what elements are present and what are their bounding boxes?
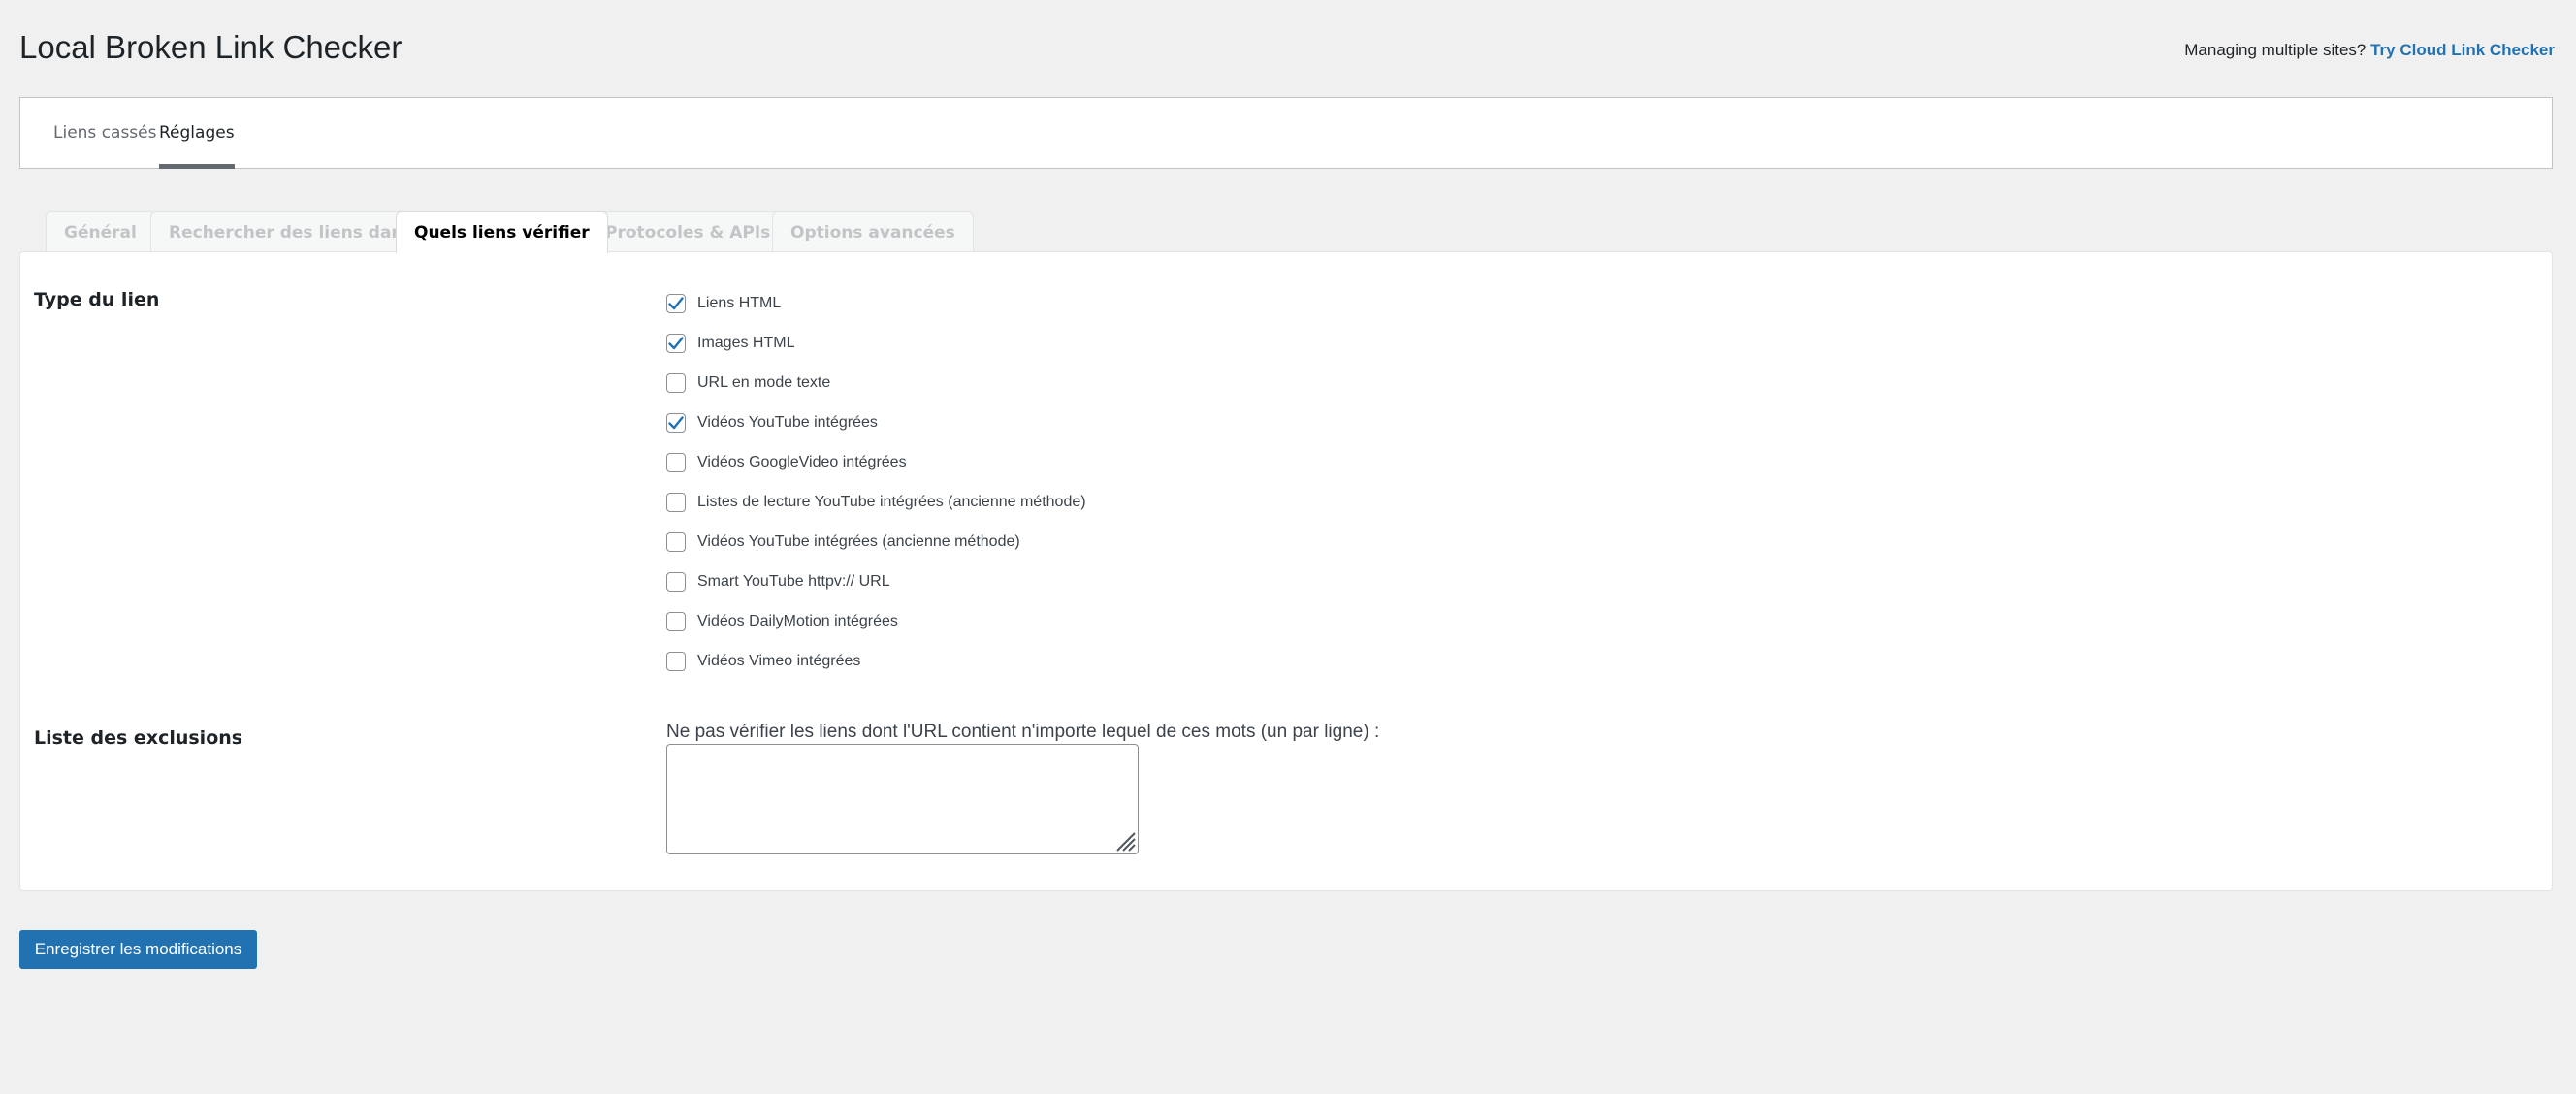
save-changes-button[interactable]: Enregistrer les modifications: [19, 930, 257, 969]
option-googlevideo-embedded[interactable]: Vidéos GoogleVideo intégrées: [666, 442, 1086, 482]
checkmark-icon: [668, 415, 684, 429]
option-label: Smart YouTube httpv:// URL: [697, 572, 890, 590]
option-smart-youtube[interactable]: Smart YouTube httpv:// URL: [666, 562, 1086, 601]
link-type-options: Liens HTML Images HTML URL en mode texte…: [666, 283, 1086, 681]
option-label: Vidéos YouTube intégrées (ancienne métho…: [697, 532, 1020, 550]
option-label: Vidéos DailyMotion intégrées: [697, 612, 898, 629]
tab-general[interactable]: Général: [46, 211, 155, 252]
promo-text: Managing multiple sites? Try Cloud Link …: [2184, 41, 2555, 60]
option-html-links[interactable]: Liens HTML: [666, 283, 1086, 323]
tab-advanced-options[interactable]: Options avancées: [772, 211, 974, 252]
link-type-label: Type du lien: [34, 289, 160, 310]
checkbox[interactable]: [666, 492, 686, 512]
option-dailymotion-embedded[interactable]: Vidéos DailyMotion intégrées: [666, 601, 1086, 641]
option-html-images[interactable]: Images HTML: [666, 323, 1086, 363]
option-label: Vidéos YouTube intégrées: [697, 413, 878, 431]
tab-protocols-apis[interactable]: Protocoles & APIs: [587, 211, 789, 252]
option-label: Images HTML: [697, 334, 795, 351]
checkbox[interactable]: [666, 412, 686, 433]
exclusion-list-textarea[interactable]: [666, 744, 1139, 854]
option-label: URL en mode texte: [697, 373, 831, 391]
checkbox[interactable]: [666, 372, 686, 393]
checkbox[interactable]: [666, 293, 686, 313]
option-vimeo-embedded[interactable]: Vidéos Vimeo intégrées: [666, 641, 1086, 681]
exclusion-list-label: Liste des exclusions: [34, 727, 243, 749]
checkmark-icon: [668, 336, 684, 349]
page-title: Local Broken Link Checker: [19, 29, 402, 65]
settings-panel: Type du lien Liens HTML Images HTML URL …: [19, 251, 2553, 891]
option-plaintext-url[interactable]: URL en mode texte: [666, 363, 1086, 402]
option-label: Liens HTML: [697, 294, 782, 311]
tab-which-links[interactable]: Quels liens vérifier: [396, 211, 608, 253]
promo-label: Managing multiple sites?: [2184, 41, 2367, 59]
option-youtube-embedded-old[interactable]: Vidéos YouTube intégrées (ancienne métho…: [666, 522, 1086, 562]
nav-item-broken-links[interactable]: Liens cassés: [53, 98, 156, 168]
checkbox[interactable]: [666, 452, 686, 472]
checkmark-icon: [668, 296, 684, 309]
nav-item-settings[interactable]: Réglages: [159, 98, 235, 169]
exclusion-description: Ne pas vérifier les liens dont l'URL con…: [666, 722, 1380, 742]
checkbox[interactable]: [666, 651, 686, 671]
resize-grip-icon[interactable]: [1115, 829, 1137, 853]
option-label: Vidéos GoogleVideo intégrées: [697, 453, 907, 470]
option-label: Vidéos Vimeo intégrées: [697, 652, 861, 669]
tab-search-links-in[interactable]: Rechercher des liens dans: [150, 211, 432, 252]
option-label: Listes de lecture YouTube intégrées (anc…: [697, 493, 1086, 510]
option-youtube-embedded[interactable]: Vidéos YouTube intégrées: [666, 402, 1086, 442]
checkbox[interactable]: [666, 611, 686, 631]
option-youtube-playlists-old[interactable]: Listes de lecture YouTube intégrées (anc…: [666, 482, 1086, 522]
top-navigation: Liens cassés Réglages: [19, 97, 2553, 169]
checkbox[interactable]: [666, 333, 686, 353]
checkbox[interactable]: [666, 531, 686, 552]
checkbox[interactable]: [666, 571, 686, 592]
cloud-link-checker-link[interactable]: Try Cloud Link Checker: [2370, 41, 2555, 59]
